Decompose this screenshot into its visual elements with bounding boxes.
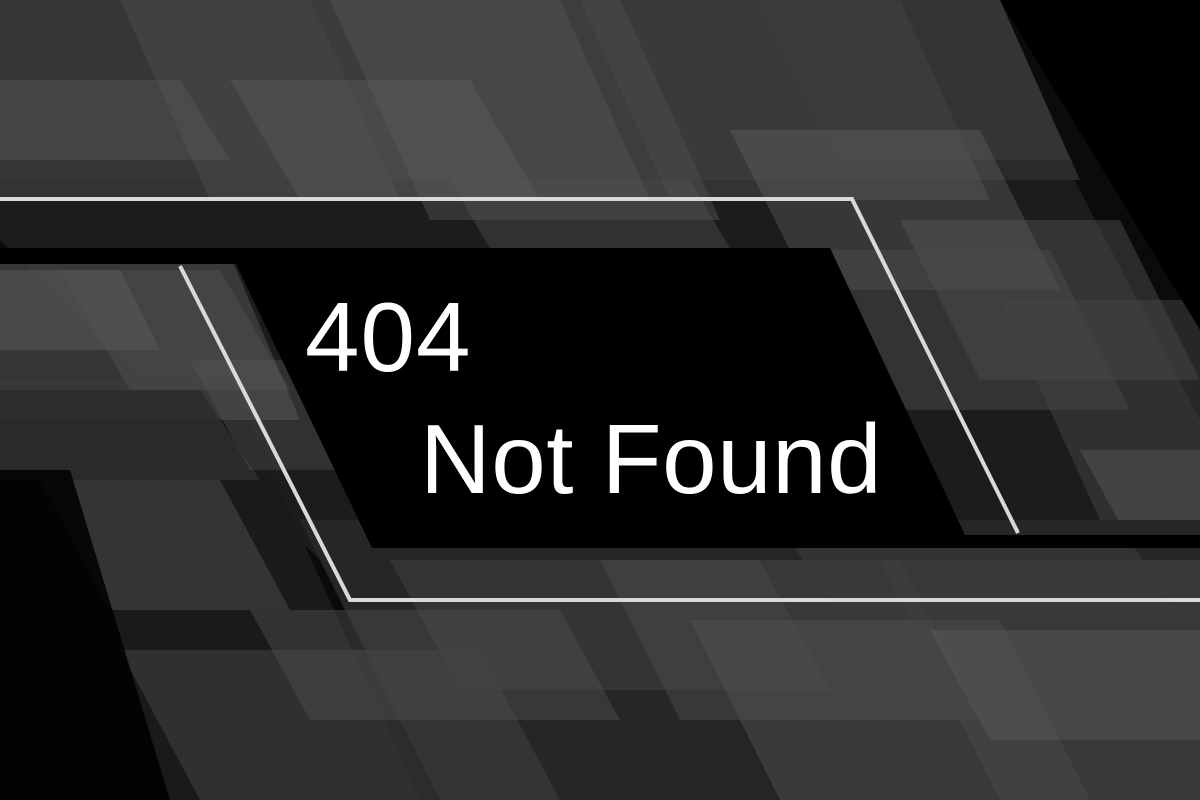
error-message: Not Found [420,404,883,514]
error-code: 404 [305,282,472,392]
error-page: 404 Not Found [0,0,1200,800]
background-graphic [0,0,1200,800]
